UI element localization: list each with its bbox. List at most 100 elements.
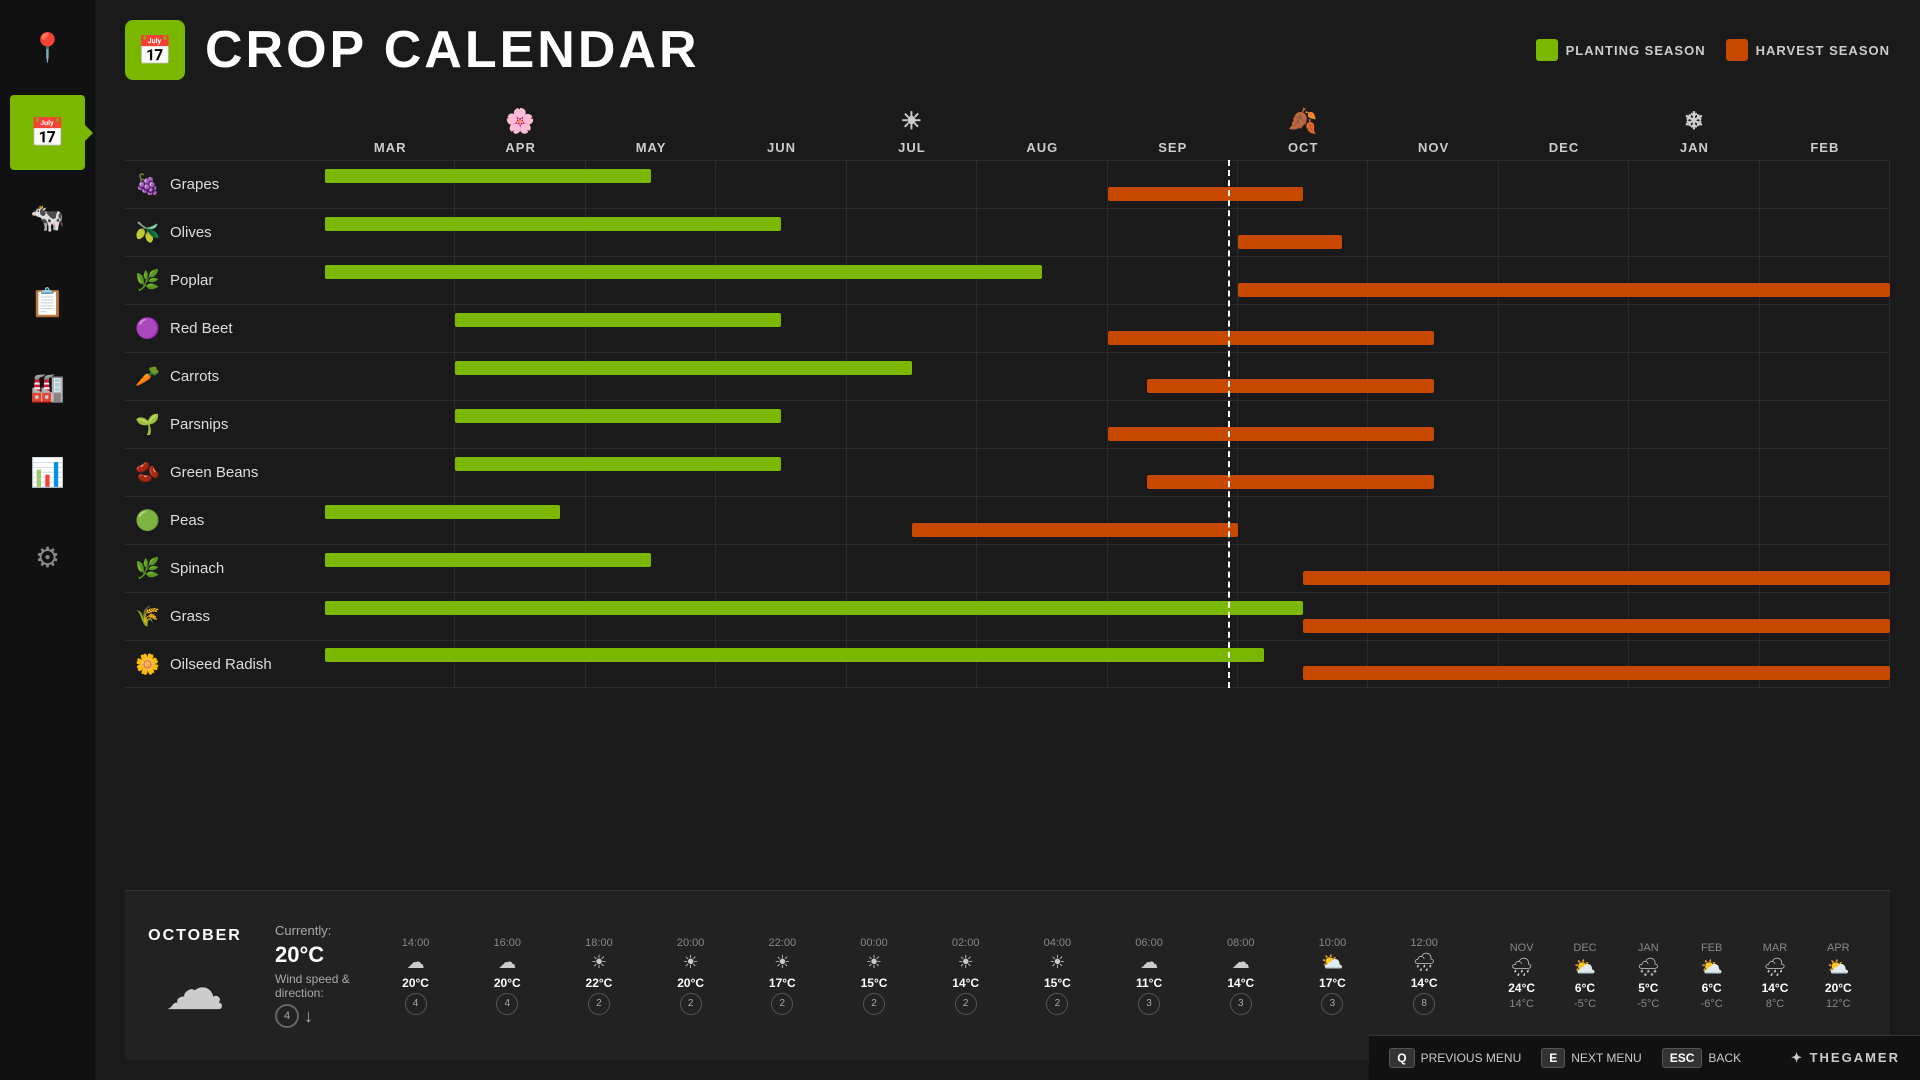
month-grid-line <box>1629 593 1759 640</box>
month-grid-line <box>1368 497 1498 544</box>
month-label-mar: MAR <box>374 140 407 155</box>
forecast-temp-low: 12°C <box>1826 998 1851 1010</box>
esc-btn[interactable]: ESC BACK <box>1662 1048 1741 1068</box>
hourly-col: 10:00⛅17°C3 <box>1287 937 1379 1015</box>
crop-bars-olives <box>325 209 1890 256</box>
month-grid-line <box>1499 449 1629 496</box>
hourly-time: 14:00 <box>402 937 430 949</box>
crop-bars-oilseed-radish <box>325 641 1890 687</box>
crop-icon-grapes: 🍇 <box>135 172 160 197</box>
crop-name-peas: 🟢Peas <box>125 508 325 533</box>
hourly-weather-icon: ☀ <box>683 952 699 973</box>
forecast-temp-low: -5°C <box>1637 998 1659 1010</box>
sidebar-item-map[interactable]: 📍 <box>10 10 85 85</box>
month-label-nov: NOV <box>1418 140 1449 155</box>
hourly-weather-icon: ☁ <box>1140 952 1158 973</box>
forecast-weather: NOV🌧24°C14°CDEC⛅6°C-5°CJAN🌨5°C-5°CFEB⛅6°… <box>1490 942 1870 1010</box>
month-grid-line <box>847 497 977 544</box>
forecast-temp-low: 8°C <box>1766 998 1784 1010</box>
month-grid-line <box>1629 305 1759 352</box>
month-grid-line <box>1629 545 1759 592</box>
month-label-sep: SEP <box>1158 140 1187 155</box>
hourly-time: 04:00 <box>1044 937 1072 949</box>
crop-label-olives: Olives <box>170 224 212 241</box>
month-grid-line <box>1760 353 1890 400</box>
page-title: CROP CALENDAR <box>205 20 700 80</box>
next-menu-btn[interactable]: E NEXT MENU <box>1541 1048 1641 1068</box>
month-col-feb: FEB <box>1760 140 1890 160</box>
crops-grid: 🍇Grapes🫒Olives🌿Poplar🟣Red Beet🥕Carrots🌱P… <box>125 160 1890 688</box>
month-grid-line <box>325 449 455 496</box>
forecast-temp-low: -5°C <box>1574 998 1596 1010</box>
month-label-jul: JUL <box>898 140 926 155</box>
crop-name-poplar: 🌿Poplar <box>125 268 325 293</box>
forecast-icon: ⛅ <box>1827 957 1849 978</box>
bar-harvest <box>1238 235 1342 249</box>
hourly-temp: 14°C <box>1227 976 1254 990</box>
hourly-col: 14:00☁20°C4 <box>370 937 462 1015</box>
month-grid-line <box>1499 209 1629 256</box>
crop-label-parsnips: Parsnips <box>170 416 228 433</box>
crop-name-green-beans: 🫘Green Beans <box>125 460 325 485</box>
month-grid-line <box>977 209 1107 256</box>
hourly-wind: 8 <box>1413 993 1435 1015</box>
crop-name-carrots: 🥕Carrots <box>125 364 325 389</box>
hourly-temp: 15°C <box>861 976 888 990</box>
month-grid-line <box>1760 449 1890 496</box>
current-temp: 20°C <box>275 942 350 968</box>
crop-bars-red-beet <box>325 305 1890 352</box>
legend-planting: PLANTING SEASON <box>1536 39 1706 61</box>
bar-harvest <box>912 523 1238 537</box>
forecast-temp-high: 24°C <box>1508 981 1535 995</box>
bar-harvest <box>1238 283 1890 297</box>
month-grid-line <box>1368 593 1498 640</box>
month-grid-line <box>1108 401 1238 448</box>
bar-harvest <box>1147 379 1434 393</box>
forecast-month: JAN <box>1638 942 1659 954</box>
month-grid-line <box>1368 353 1498 400</box>
month-grid-line <box>1760 641 1890 687</box>
prev-menu-btn[interactable]: Q PREVIOUS MENU <box>1389 1048 1521 1068</box>
crop-icon-grass: 🌾 <box>135 604 160 629</box>
month-grid-line <box>1629 449 1759 496</box>
bar-harvest <box>1147 475 1434 489</box>
hourly-weather-icon: ☁ <box>407 952 425 973</box>
month-grid-line <box>1108 305 1238 352</box>
hourly-wind: 2 <box>955 993 977 1015</box>
bottom-nav: Q PREVIOUS MENU E NEXT MENU ESC BACK ✦ T… <box>1369 1035 1920 1080</box>
bar-planting <box>455 457 781 471</box>
hourly-times-row: 14:00☁20°C416:00☁20°C418:00☀22°C220:00☀2… <box>370 937 1470 1015</box>
month-header-row: MAR🌸APRMAYJUN☀JULAUGSEP🍂OCTNOVDEC❄JANFEB <box>325 100 1890 160</box>
month-grid-line <box>977 545 1107 592</box>
crop-label-oilseed-radish: Oilseed Radish <box>170 656 272 673</box>
hourly-weather: 14:00☁20°C416:00☁20°C418:00☀22°C220:00☀2… <box>370 937 1470 1015</box>
header: 📅 CROP CALENDAR PLANTING SEASON HARVEST … <box>125 20 1890 80</box>
month-grid-line <box>1238 209 1368 256</box>
month-grid-line <box>847 209 977 256</box>
month-grid-line <box>1368 305 1498 352</box>
month-grid-line <box>716 497 846 544</box>
hourly-weather-icon: ☀ <box>591 952 607 973</box>
crop-bars-spinach <box>325 545 1890 592</box>
crop-bars-grass <box>325 593 1890 640</box>
sidebar-item-animals[interactable]: 🐄 <box>10 180 85 255</box>
crop-label-red-beet: Red Beet <box>170 320 233 337</box>
prev-key: Q <box>1389 1048 1414 1068</box>
sidebar-item-tasks[interactable]: 📋 <box>10 265 85 340</box>
sidebar-item-production[interactable]: 🏭 <box>10 350 85 425</box>
hourly-col: 06:00☁11°C3 <box>1103 937 1195 1015</box>
sidebar-item-settings[interactable]: ⚙ <box>10 520 85 595</box>
season-icon-1: 🌸 <box>455 107 585 136</box>
month-grid-line <box>1368 401 1498 448</box>
forecast-col: DEC⛅6°C-5°C <box>1553 942 1616 1010</box>
table-row: 🍇Grapes <box>125 160 1890 208</box>
bar-planting <box>325 217 781 231</box>
month-grid-line <box>1238 449 1368 496</box>
prev-label: PREVIOUS MENU <box>1421 1051 1522 1065</box>
month-col-jan: ❄JAN <box>1629 107 1759 160</box>
month-grid-line <box>1238 545 1368 592</box>
sidebar-item-calendar[interactable]: 📅 <box>10 95 85 170</box>
hourly-time: 22:00 <box>769 937 797 949</box>
sidebar: 📍 📅 🐄 📋 🏭 📊 ⚙ <box>0 0 95 1080</box>
sidebar-item-statistics[interactable]: 📊 <box>10 435 85 510</box>
